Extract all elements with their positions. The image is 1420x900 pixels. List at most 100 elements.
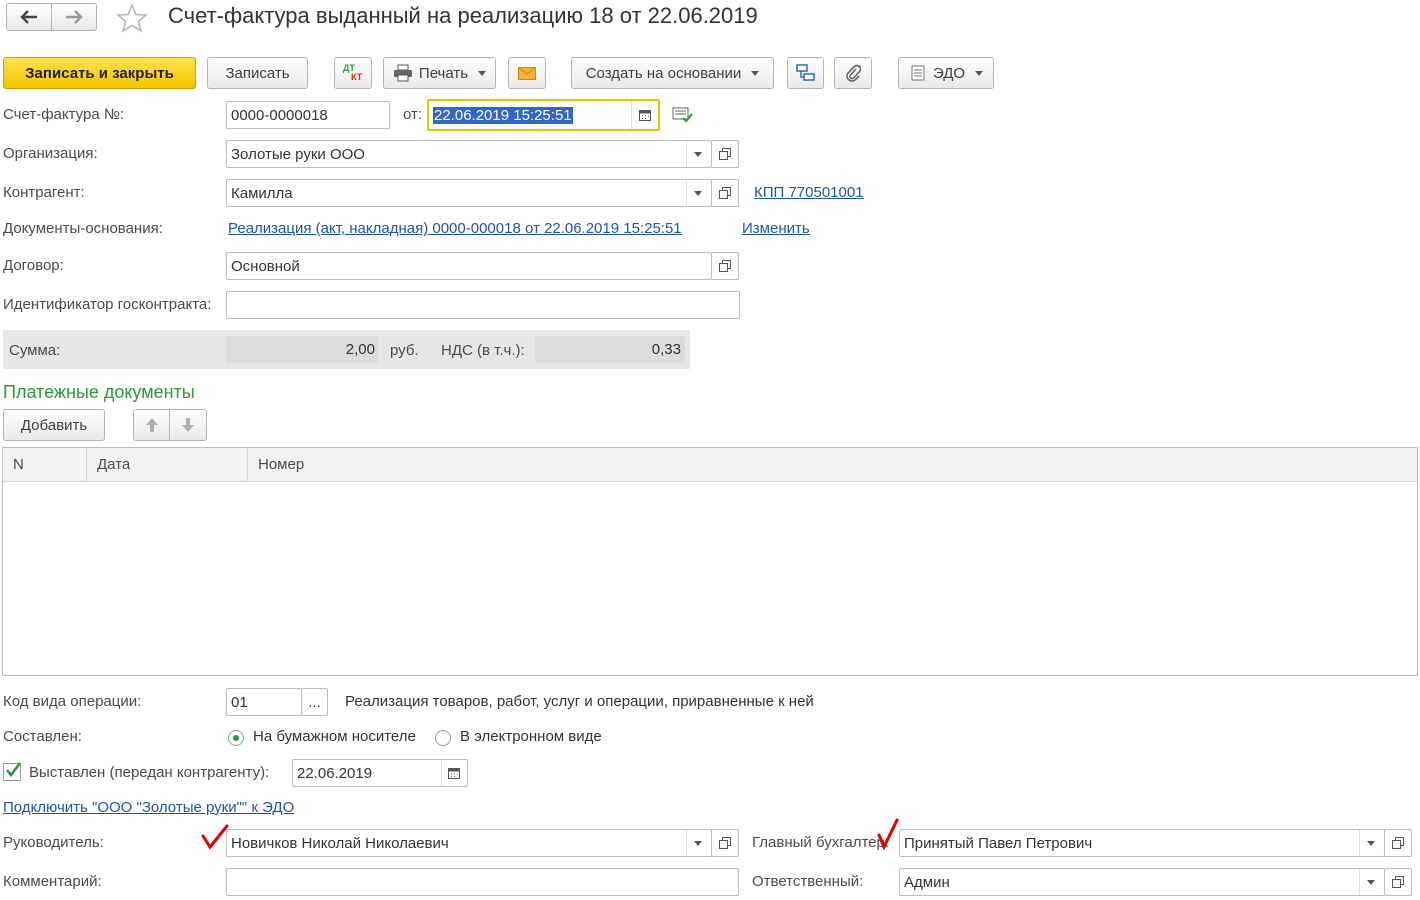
chief-acc-field[interactable]: Принятый Павел Петрович xyxy=(899,829,1385,857)
sum-label: Сумма: xyxy=(9,342,61,359)
edo-icon xyxy=(911,65,925,81)
issued-checkbox[interactable] xyxy=(3,762,22,781)
contractor-field[interactable]: Камилла xyxy=(226,179,712,207)
print-button[interactable]: Печать xyxy=(383,57,496,89)
table-header: N Дата Номер xyxy=(3,448,1417,482)
contractor-label: Контрагент: xyxy=(3,184,85,201)
responsible-open-button[interactable] xyxy=(1384,868,1412,896)
head-field[interactable]: Новичков Николай Николаевич xyxy=(226,829,712,857)
radio-electronic[interactable] xyxy=(435,730,451,746)
contract-open-button[interactable] xyxy=(711,252,739,280)
edo-button[interactable]: ЭДО xyxy=(898,57,994,89)
chief-acc-dropdown[interactable] xyxy=(1358,830,1384,856)
move-up-button[interactable] xyxy=(133,409,170,441)
head-dropdown[interactable] xyxy=(685,830,711,856)
compiled-label: Составлен: xyxy=(3,728,82,745)
issued-label: Выставлен (передан контрагенту): xyxy=(29,764,270,781)
chevron-down-icon xyxy=(694,840,702,846)
calendar-icon xyxy=(638,110,651,121)
column-header-date[interactable]: Дата xyxy=(97,456,130,473)
op-code-select-button[interactable]: ... xyxy=(301,688,328,716)
print-label: Печать xyxy=(418,64,469,82)
gov-id-field[interactable] xyxy=(226,291,740,319)
arrow-down-icon xyxy=(182,418,194,432)
comment-label: Комментарий: xyxy=(3,873,102,890)
create-based-button[interactable]: Создать на основании xyxy=(571,57,774,89)
email-button[interactable] xyxy=(508,57,546,89)
payments-title: Платежные документы xyxy=(3,382,195,402)
vat-label: НДС (в т.ч.): xyxy=(441,342,525,359)
column-header-number[interactable]: Номер xyxy=(258,456,304,473)
chevron-down-icon xyxy=(751,70,760,76)
currency-label: руб. xyxy=(390,342,419,359)
op-code-label: Код вида операции: xyxy=(3,693,142,710)
date-field[interactable]: 22.06.2019 15:25:51 xyxy=(427,99,660,131)
dtkt-button[interactable]: ДТ КТ xyxy=(334,57,372,89)
verified-doc-icon[interactable] xyxy=(672,106,694,124)
base-docs-link[interactable]: Реализация (акт, накладная) 0000-000018 … xyxy=(228,220,682,237)
op-code-field[interactable]: 01 xyxy=(226,688,302,716)
edo-connect-link[interactable]: Подключить "ООО "Золотые руки"" к ЭДО xyxy=(3,799,294,816)
contractor-open-button[interactable] xyxy=(711,179,739,207)
save-close-button[interactable]: Записать и закрыть xyxy=(3,57,196,89)
org-dropdown[interactable] xyxy=(685,141,711,167)
from-label: от: xyxy=(403,106,423,123)
change-link[interactable]: Изменить xyxy=(742,220,810,237)
invoice-no-field[interactable]: 0000-0000018 xyxy=(226,101,390,129)
invoice-no-label: Счет-фактура №: xyxy=(3,106,125,123)
vat-value: 0,33 xyxy=(651,341,681,358)
calendar-icon xyxy=(448,768,460,779)
open-window-icon xyxy=(1392,876,1404,888)
chief-acc-open-button[interactable] xyxy=(1384,829,1412,857)
kpp-link[interactable]: КПП 770501001 xyxy=(754,184,864,201)
arrow-left-icon xyxy=(20,10,37,24)
edo-label: ЭДО xyxy=(932,64,966,82)
head-open-button[interactable] xyxy=(711,829,739,857)
sum-value-box: 2,00 xyxy=(226,336,378,363)
comment-field[interactable] xyxy=(226,868,739,896)
gov-id-label: Идентификатор госконтракта: xyxy=(3,296,212,313)
responsible-field[interactable]: Админ xyxy=(899,868,1385,896)
contractor-dropdown[interactable] xyxy=(685,180,711,206)
dtkt-icon: ДТ КТ xyxy=(343,63,363,82)
op-code-description: Реализация товаров, работ, услуг и опера… xyxy=(345,693,814,710)
open-window-icon xyxy=(719,260,731,272)
org-field[interactable]: Золотые руки ООО xyxy=(226,140,712,168)
page-title: Счет-фактура выданный на реализацию 18 о… xyxy=(168,3,758,28)
forward-button[interactable] xyxy=(51,3,97,31)
chevron-down-icon xyxy=(694,190,702,196)
responsible-dropdown[interactable] xyxy=(1358,869,1384,895)
open-window-icon xyxy=(719,837,731,849)
chevron-down-icon xyxy=(975,70,984,76)
save-button[interactable]: Записать xyxy=(207,57,308,89)
chevron-down-icon xyxy=(1367,879,1375,885)
structure-button[interactable] xyxy=(787,57,824,89)
head-label: Руководитель: xyxy=(3,834,104,851)
move-down-button[interactable] xyxy=(169,409,207,441)
checkmark-icon xyxy=(5,762,22,778)
payments-table[interactable]: N Дата Номер xyxy=(2,447,1418,676)
envelope-icon xyxy=(518,66,536,80)
open-window-icon xyxy=(719,148,731,160)
column-header-n[interactable]: N xyxy=(13,456,24,473)
sum-panel: Сумма: 2,00 руб. НДС (в т.ч.): 0,33 xyxy=(3,330,690,369)
radio-paper[interactable] xyxy=(228,730,244,746)
create-based-label: Создать на основании xyxy=(585,64,742,82)
contract-label: Договор: xyxy=(3,257,64,274)
attach-button[interactable] xyxy=(834,57,872,89)
add-payment-button[interactable]: Добавить xyxy=(3,409,105,441)
back-button[interactable] xyxy=(6,3,52,31)
issued-date-field[interactable]: 22.06.2019 xyxy=(292,759,468,787)
radio-paper-label[interactable]: На бумажном носителе xyxy=(253,728,416,745)
calendar-button[interactable] xyxy=(631,101,658,129)
paperclip-icon xyxy=(846,64,861,82)
chevron-down-icon xyxy=(694,151,702,157)
sum-value: 2,00 xyxy=(345,341,375,358)
chief-acc-label: Главный бухгалтер: xyxy=(752,834,890,851)
radio-electronic-label[interactable]: В электронном виде xyxy=(460,728,602,745)
base-docs-label: Документы-основания: xyxy=(3,220,163,237)
star-icon[interactable] xyxy=(116,3,148,33)
contract-field[interactable]: Основной xyxy=(226,252,712,280)
org-open-button[interactable] xyxy=(711,140,739,168)
issued-calendar-button[interactable] xyxy=(441,760,467,786)
